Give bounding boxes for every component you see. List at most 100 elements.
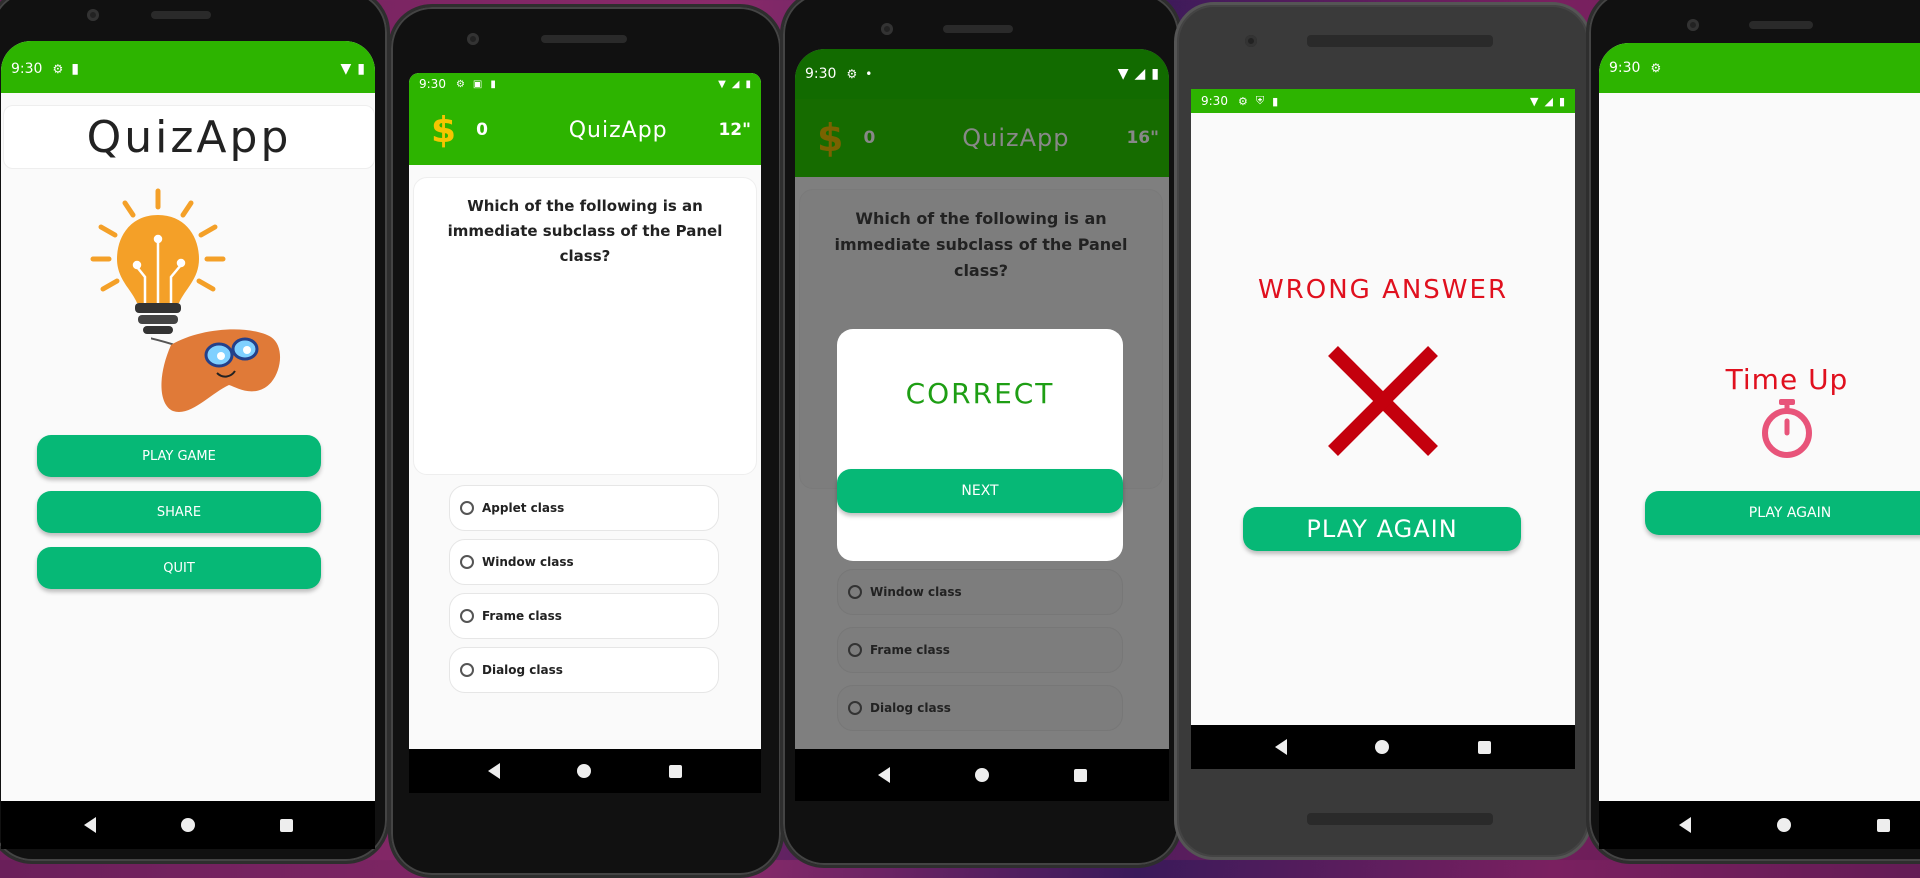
quit-label: QUIT [163,560,195,576]
settings-status-icon: ⚙ [1237,94,1248,108]
status-time: 9:30 [1201,94,1228,108]
nav-back-icon[interactable] [1679,817,1691,833]
nav-bar [409,749,761,793]
status-bar: 9:30 ⚙ ⛨ ▮ ▼ ◢ ▮ [1191,89,1575,113]
nav-recents-icon[interactable] [279,818,293,832]
camera [881,23,893,35]
battery-icon: ▮ [1151,66,1159,82]
option-label: Applet class [482,501,565,515]
bottom-speaker [1307,813,1493,825]
option-frame-class[interactable]: Frame class [837,627,1123,673]
option-window-class[interactable]: Window class [837,569,1123,615]
option-window-class[interactable]: Window class [449,539,719,585]
option-dialog-class[interactable]: Dialog class [837,685,1123,731]
signal-icon: ◢ [1134,66,1146,82]
phone-correct-dialog: 9:30 ⚙ • ▼ ◢ ▮ $ 0 QuizApp 16" Which of the… [780,0,1182,868]
wrong-answer-screen: 9:30 ⚙ ⛨ ▮ ▼ ◢ ▮ WRONG ANSWER PLAY AGAIN [1191,89,1575,769]
nav-home-icon[interactable] [180,818,195,832]
speaker [151,11,211,19]
radio-button[interactable] [460,501,474,515]
battery-icon: ▮ [1558,94,1565,108]
nav-home-icon[interactable] [1777,818,1791,832]
speaker [541,35,627,43]
main-menu-screen: 9:30 ⚙ ▮ ▼ ▮ QuizApp PLAY GAME SHARE QUI… [1,41,375,849]
correct-dialog-screen: 9:30 ⚙ • ▼ ◢ ▮ $ 0 QuizApp 16" Which of the… [795,49,1169,801]
score-value: 0 [863,128,876,148]
timer-value: 16" [1126,128,1159,148]
status-bar: 9:30 ⚙ [1599,43,1920,93]
quit-button[interactable]: QUIT [37,547,321,589]
nav-home-icon[interactable] [1375,740,1390,754]
option-label: Window class [870,585,962,599]
dot-icon: • [865,67,873,81]
nav-back-icon[interactable] [1275,739,1288,755]
nav-bar [1191,725,1575,769]
radio-button[interactable] [848,643,862,657]
settings-status-icon: ⚙ [846,67,858,81]
settings-status-icon: ⚙ [1650,61,1662,75]
signal-icon: ◢ [731,78,740,90]
dollar-icon: $ [817,116,844,160]
nav-back-icon[interactable] [487,763,500,779]
play-again-button[interactable]: PLAY AGAIN [1645,491,1920,535]
quiz-title: QuizApp [962,124,1070,152]
game-controller-icon [151,329,281,412]
play-game-button[interactable]: PLAY GAME [37,435,321,477]
option-dialog-class[interactable]: Dialog class [449,647,719,693]
share-label: SHARE [156,504,202,520]
share-button[interactable]: SHARE [37,491,321,533]
nav-recents-icon[interactable] [669,764,683,778]
status-time: 9:30 [1609,60,1641,76]
settings-status-icon: ⚙ [52,62,64,76]
option-label: Dialog class [870,701,951,715]
timer-value: 12" [718,120,751,140]
status-time: 9:30 [11,61,43,77]
radio-button[interactable] [460,555,474,569]
nav-bar [795,749,1169,801]
speaker [943,25,1013,33]
phone-wrong-answer: 9:30 ⚙ ⛨ ▮ ▼ ◢ ▮ WRONG ANSWER PLAY AGAIN [1174,2,1592,860]
dollar-icon: $ [431,109,457,151]
option-label: Dialog class [482,663,563,677]
option-label: Window class [482,555,574,569]
radio-button[interactable] [460,663,474,677]
status-time: 9:30 [805,66,837,82]
nav-recents-icon[interactable] [1477,740,1491,754]
status-bar: 9:30 ⚙ ▣ ▮ ▼ ◢ ▮ [409,73,761,95]
question-screen: 9:30 ⚙ ▣ ▮ ▼ ◢ ▮ $ 0 QuizApp 12" Which of th… [409,73,761,793]
battery-icon: ▮ [745,78,751,90]
signal-icon: ◢ [1544,94,1553,108]
question-card: Which of the following is an immediate s… [413,177,757,475]
question-text: Which of the following is an immediate s… [834,209,1128,280]
quiz-top-bar: $ 0 QuizApp 12" [409,95,761,165]
battery-icon: ▮ [357,61,365,77]
settings-status-icon: ⚙ [455,78,465,90]
wifi-icon: ▼ [1117,66,1129,82]
nav-back-icon[interactable] [877,767,890,783]
option-label: Frame class [482,609,562,623]
nav-back-icon[interactable] [83,817,96,833]
status-time: 9:30 [419,77,446,91]
play-again-button[interactable]: PLAY AGAIN [1243,507,1521,551]
camera [1245,35,1257,47]
nav-recents-icon[interactable] [1877,818,1890,832]
time-up-screen: 9:30 ⚙ Time Up PLAY AGAIN [1599,43,1920,849]
radio-button[interactable] [848,585,862,599]
wifi-icon: ▼ [340,61,352,77]
status-bar: 9:30 ⚙ ▮ ▼ ▮ [1,41,375,93]
option-frame-class[interactable]: Frame class [449,593,719,639]
wrong-x-icon [1328,346,1438,456]
nav-recents-icon[interactable] [1073,768,1087,782]
quiz-top-bar: $ 0 QuizApp 16" [795,99,1169,177]
next-button[interactable]: NEXT [837,469,1123,513]
phone-question: 9:30 ⚙ ▣ ▮ ▼ ◢ ▮ $ 0 QuizApp 12" Which of th… [388,4,784,878]
option-applet-class[interactable]: Applet class [449,485,719,531]
nav-home-icon[interactable] [577,764,592,778]
camera [87,9,99,21]
wifi-icon: ▼ [1530,94,1539,108]
radio-button[interactable] [460,609,474,623]
radio-button[interactable] [848,701,862,715]
nav-home-icon[interactable] [974,768,989,782]
speaker [1307,35,1493,47]
play-game-label: PLAY GAME [142,448,216,464]
